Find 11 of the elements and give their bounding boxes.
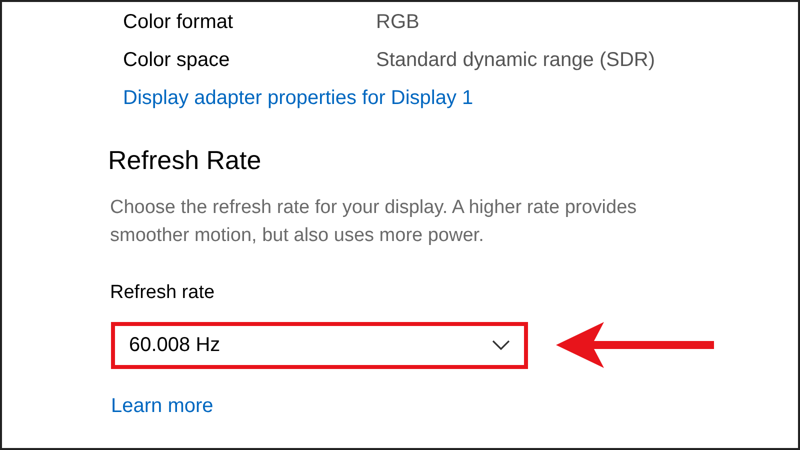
property-value: Standard dynamic range (SDR) (376, 48, 656, 72)
section-heading: Refresh Rate (108, 144, 262, 176)
section-description: Choose the refresh rate for your display. A higher rate provides smoother motion, but also uses more power. (110, 196, 638, 248)
learn-more-link[interactable]: Learn more (111, 394, 214, 418)
chevron-down-icon (492, 340, 510, 350)
property-value: RGB (376, 10, 420, 34)
field-label: Refresh rate (110, 281, 216, 305)
adapter-properties-link[interactable]: Display adapter properties for Display 1 (123, 87, 474, 109)
property-label: Color space (123, 48, 231, 72)
refresh-rate-dropdown[interactable]: 60.008 Hz (111, 322, 528, 368)
property-label: Color format (123, 10, 234, 34)
